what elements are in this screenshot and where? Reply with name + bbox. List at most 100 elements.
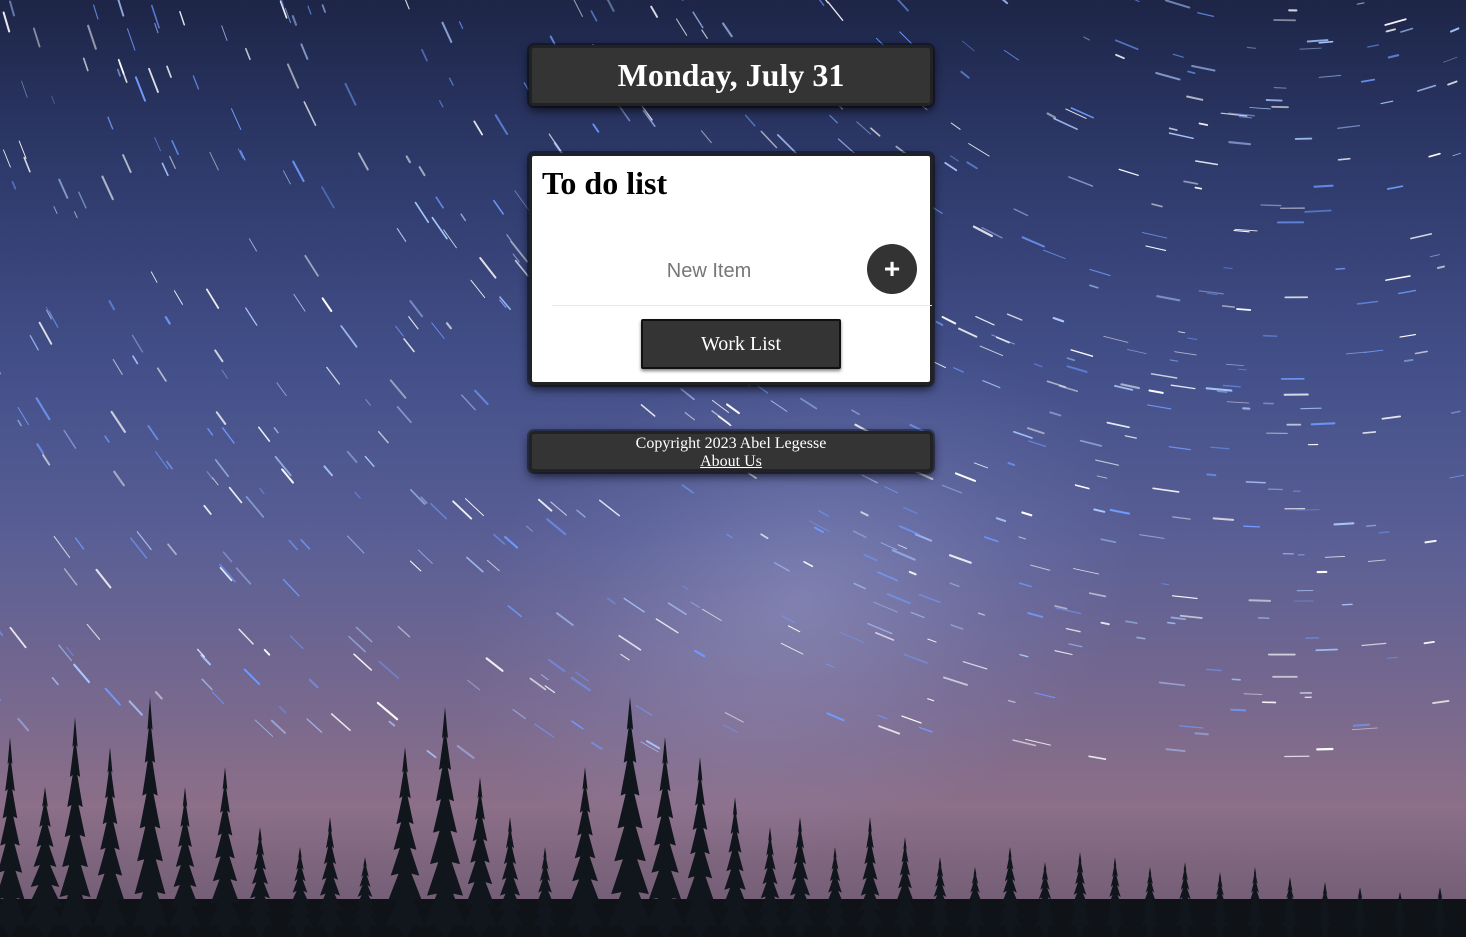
star-trail [1345,351,1367,355]
star-trail [51,95,55,104]
star-trail [245,307,258,326]
star-trail [110,410,126,433]
date-header: Monday, July 31 [529,45,933,106]
work-list-button[interactable]: Work List [641,319,841,369]
star-trail [1139,534,1165,539]
star-trail [675,18,688,36]
star-trail [908,570,917,576]
star-trail [1447,80,1458,86]
star-trail [452,500,473,520]
star-trail [1450,27,1460,33]
star-trail [420,48,428,62]
star-trail [1399,334,1416,338]
star-trail [321,297,333,313]
star-trail [640,404,656,417]
star-trail [1384,18,1407,26]
star-trail [87,24,97,50]
pine-tree [998,847,1022,937]
star-trail [1265,99,1283,102]
star-trail [74,211,78,219]
star-trail [550,501,567,516]
star-trail [445,322,452,330]
star-trail [1397,289,1417,295]
star-trail [910,611,925,619]
star-trail [1262,334,1278,338]
star-trail [1248,599,1271,602]
star-trail [221,427,235,444]
star-trail [1206,292,1218,296]
star-trail [1072,568,1100,575]
star-trail [1115,53,1125,60]
star-trail [1198,122,1209,126]
star-trail [896,0,909,12]
star-trail [63,429,77,449]
star-trail [1300,407,1322,410]
star-trail [1046,380,1067,388]
star-trail [1362,431,1377,434]
forest-silhouette [0,697,1466,937]
star-trail [776,134,797,154]
star-trail [1237,368,1247,371]
star-trail [1065,627,1081,633]
new-item-input[interactable] [552,248,866,294]
star-trail [1052,316,1065,323]
pine-tree [1105,857,1125,937]
star-trail [1151,203,1163,208]
star-trail [1216,390,1228,393]
star-trail [122,154,132,173]
star-trail [973,462,989,469]
star-trail [29,335,39,351]
star-trail [726,403,740,415]
star-trail [504,536,519,549]
star-trail [690,601,700,608]
star-trail [282,578,300,597]
star-trail [1226,363,1244,367]
star-trail [207,427,214,436]
add-item-button[interactable]: + [867,244,917,294]
star-trail [1053,117,1078,130]
about-us-link[interactable]: About Us [700,453,762,470]
star-trail [8,0,16,17]
todo-list-card: To do list + Work List [529,153,933,385]
star-trail [1387,54,1400,59]
star-trail [897,544,908,550]
star-trail [1100,621,1110,626]
star-trail [78,191,87,209]
star-trail [1006,313,1023,321]
star-trail [977,612,985,616]
star-trail [1033,363,1043,368]
pine-tree [1069,852,1091,937]
star-trail [1068,176,1094,187]
star-trail [439,100,444,108]
star-trail [680,388,695,401]
star-trail [282,170,291,185]
star-trail [1452,152,1462,157]
star-trail [1385,275,1411,281]
footer: Copyright 2023 Abel Legesse About Us [529,431,933,472]
star-trail [1155,72,1181,81]
star-trail [304,254,319,277]
star-trail [941,315,957,325]
star-trail [112,358,123,375]
star-trail [346,535,365,554]
star-trail [1246,46,1257,49]
star-trail [1194,186,1203,190]
star-trail [876,571,899,582]
star-trail [395,325,404,337]
star-trail [852,530,867,539]
star-trail [948,554,972,564]
star-trail [983,536,999,543]
star-trail [222,551,233,563]
star-trail [555,612,574,627]
star-trail [131,334,144,353]
star-trail [414,201,430,224]
star-trail [523,82,529,90]
star-trail [206,471,214,480]
star-trail [966,161,978,170]
star-trail [2,11,11,33]
star-trail [409,300,424,318]
star-trail [344,82,357,106]
star-trail [473,120,483,136]
star-trail [1013,430,1033,439]
star-trail [744,114,756,127]
